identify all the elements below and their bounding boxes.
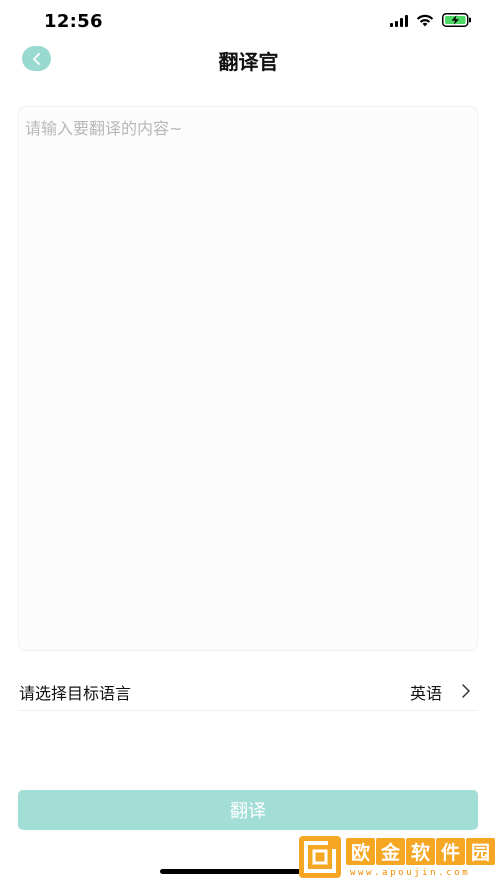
status-time: 12:56 bbox=[44, 11, 103, 32]
watermark-site: www.apoujin.com bbox=[350, 868, 471, 878]
page-title: 翻译官 bbox=[218, 50, 279, 74]
target-language-value: 英语 bbox=[409, 684, 442, 703]
watermark-char: 园 bbox=[466, 838, 495, 865]
watermark-logo-icon bbox=[299, 836, 341, 878]
watermark: 欧 金 软 件 园 www.apoujin.com bbox=[298, 833, 497, 883]
watermark-char: 软 bbox=[406, 838, 435, 865]
chevron-right-icon bbox=[462, 684, 470, 698]
watermark-characters: 欧 金 软 件 园 bbox=[346, 838, 495, 865]
watermark-char: 件 bbox=[436, 838, 465, 865]
battery-charging-icon bbox=[442, 13, 471, 27]
nav-bar: 翻译官 bbox=[0, 44, 497, 74]
status-bar: 12:56 bbox=[0, 0, 497, 44]
cellular-signal-icon bbox=[390, 14, 408, 27]
translation-input-box bbox=[18, 106, 478, 651]
target-language-label: 请选择目标语言 bbox=[19, 684, 132, 703]
wifi-icon bbox=[416, 14, 434, 26]
translate-button[interactable]: 翻译 bbox=[18, 790, 478, 830]
translator-screen: 12:56 翻译官 请输入要翻译的内容~ 请选择目标语言 英语 翻译 欧 金 软… bbox=[0, 0, 497, 883]
translation-input[interactable] bbox=[19, 107, 477, 650]
watermark-char: 欧 bbox=[346, 838, 375, 865]
status-icons bbox=[390, 13, 472, 27]
target-language-selector[interactable]: 请选择目标语言 英语 bbox=[18, 672, 478, 711]
watermark-char: 金 bbox=[376, 838, 405, 865]
